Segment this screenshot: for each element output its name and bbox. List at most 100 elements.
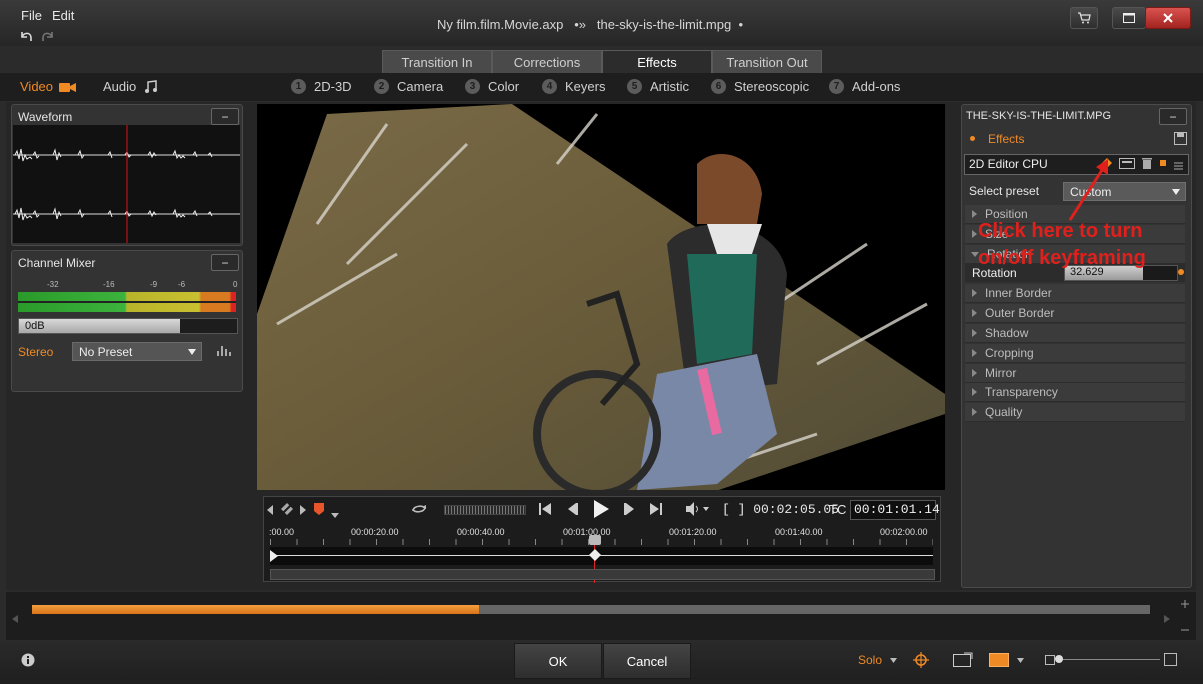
category-label: Keyers: [565, 79, 606, 94]
waveform-graphic: [13, 125, 240, 243]
project-name: Ny film.film.Movie.axp: [436, 17, 564, 32]
delete-effect-icon[interactable]: [1142, 157, 1152, 172]
external-monitor-icon[interactable]: [953, 652, 973, 670]
keyframe-marker[interactable]: [588, 549, 601, 561]
zoom-slider[interactable]: [1058, 659, 1160, 660]
jog-shuttle[interactable]: [444, 505, 526, 515]
play-button[interactable]: [593, 500, 609, 521]
media-video-tab[interactable]: Video: [20, 79, 77, 94]
tab-transition-in[interactable]: Transition In: [382, 50, 492, 73]
info-icon[interactable]: [21, 653, 35, 670]
effects-minimize-button[interactable]: −: [1159, 108, 1187, 125]
channel-mixer-minimize-button[interactable]: −: [211, 254, 239, 271]
tab-transition-out[interactable]: Transition Out: [712, 50, 822, 73]
timeline-scrollbar[interactable]: [270, 569, 935, 580]
category-stereoscopic[interactable]: 6 Stereoscopic: [711, 79, 809, 94]
zoom-stepper[interactable]: [1180, 599, 1190, 635]
annotation-text: Click here to turn on/off keyframing: [978, 218, 1146, 272]
cart-button[interactable]: [1070, 7, 1098, 29]
go-to-start-icon[interactable]: [539, 503, 551, 518]
keyframe-start-marker[interactable]: [270, 550, 280, 562]
chevron-down-icon: [890, 657, 898, 663]
redo-icon[interactable]: [40, 28, 56, 44]
fx-group-inner-border[interactable]: Inner Border: [965, 284, 1185, 303]
fx-group-quality[interactable]: Quality: [965, 403, 1185, 422]
crosshair-icon[interactable]: [913, 652, 929, 671]
video-preview[interactable]: [257, 104, 945, 490]
undo-icon[interactable]: [18, 28, 34, 44]
effect-enable-icon[interactable]: [1160, 160, 1166, 166]
tab-effects[interactable]: Effects: [602, 50, 712, 73]
category-keyers[interactable]: 4 Keyers: [542, 79, 605, 94]
volume-icon[interactable]: [686, 502, 710, 519]
drag-handle-icon[interactable]: [1174, 159, 1183, 173]
expand-arrow-icon: [972, 349, 977, 357]
keyframe-track[interactable]: [270, 547, 933, 565]
category-artistic[interactable]: 5 Artistic: [627, 79, 689, 94]
media-video-label: Video: [20, 79, 54, 94]
menu-edit[interactable]: Edit: [52, 8, 74, 23]
video-camera-icon: [59, 82, 77, 92]
keyframe-toggle-icon[interactable]: [280, 502, 294, 519]
zoom-out-icon[interactable]: [1045, 655, 1055, 665]
nav-left-arrow-icon[interactable]: [267, 504, 273, 518]
fx-group-label: Transparency: [985, 385, 1058, 399]
maximize-icon: [1123, 13, 1135, 23]
fx-group-cropping[interactable]: Cropping: [965, 344, 1185, 363]
audio-level-meter: [18, 292, 236, 312]
close-button[interactable]: [1145, 7, 1191, 29]
category-2d-3d[interactable]: 1 2D-3D: [291, 79, 352, 94]
chevron-down-icon: [1017, 657, 1024, 663]
mixer-scale-32: -32: [47, 280, 59, 289]
effects-clip-title: THE-SKY-IS-THE-LIMIT.MPG: [966, 110, 1112, 122]
fx-group-mirror[interactable]: Mirror: [965, 364, 1185, 383]
timeline-tick-6: 00:02:00.00: [880, 527, 928, 537]
modified-indicator: •: [738, 17, 744, 32]
timeline-tick-4: 00:01:20.00: [669, 527, 717, 537]
volume-slider[interactable]: 0dB: [18, 318, 238, 334]
category-number: 6: [711, 79, 726, 94]
marker-icon[interactable]: [314, 503, 324, 518]
zoom-in-icon[interactable]: [1164, 653, 1177, 666]
marker-menu-chevron-icon[interactable]: [331, 507, 339, 521]
category-add-ons[interactable]: 7 Add-ons: [829, 79, 900, 94]
category-color[interactable]: 3 Color: [465, 79, 519, 94]
ok-button[interactable]: OK: [514, 643, 602, 679]
category-camera[interactable]: 2 Camera: [374, 79, 443, 94]
category-number: 7: [829, 79, 844, 94]
category-number: 2: [374, 79, 389, 94]
solo-menu[interactable]: Solo: [858, 653, 898, 667]
step-back-icon[interactable]: [566, 503, 578, 518]
effect-settings-icon[interactable]: [1119, 158, 1135, 172]
step-forward-icon[interactable]: [624, 503, 636, 518]
clip-progress-track[interactable]: [32, 605, 1150, 614]
waveform-minimize-button[interactable]: −: [211, 108, 239, 125]
fx-group-transparency[interactable]: Transparency: [965, 383, 1185, 402]
mixer-preset-dropdown[interactable]: No Preset: [72, 342, 202, 361]
fx-group-label: Shadow: [985, 326, 1029, 340]
go-to-end-icon[interactable]: [650, 503, 662, 518]
fx-group-outer-border[interactable]: Outer Border: [965, 304, 1185, 323]
save-preset-icon[interactable]: [1174, 132, 1187, 148]
tab-corrections[interactable]: Corrections: [492, 50, 602, 73]
strip-right-arrow-icon[interactable]: [1164, 612, 1170, 626]
clip-name: the-sky-is-the-limit.mpg: [596, 17, 732, 32]
maximize-button[interactable]: [1112, 7, 1146, 29]
preview-size-menu[interactable]: [989, 653, 1024, 667]
rotation-keyframe-dot[interactable]: [1178, 269, 1184, 275]
stereo-mode-label[interactable]: Stereo: [18, 345, 53, 359]
zoom-slider-thumb[interactable]: [1055, 655, 1063, 663]
category-number: 1: [291, 79, 306, 94]
audio-settings-icon[interactable]: [216, 343, 234, 360]
clip-strip: [6, 592, 1196, 640]
loop-icon[interactable]: [410, 502, 428, 519]
strip-left-arrow-icon[interactable]: [12, 612, 18, 626]
chevron-down-icon: [188, 348, 196, 355]
fx-group-shadow[interactable]: Shadow: [965, 324, 1185, 343]
nav-right-arrow-icon[interactable]: [300, 504, 306, 518]
cancel-button[interactable]: Cancel: [603, 643, 691, 679]
fx-group-label: Quality: [985, 405, 1023, 419]
timecode-field[interactable]: 00:01:01.14: [850, 500, 940, 520]
menu-file[interactable]: File: [21, 8, 42, 23]
media-audio-tab[interactable]: Audio: [103, 79, 158, 94]
